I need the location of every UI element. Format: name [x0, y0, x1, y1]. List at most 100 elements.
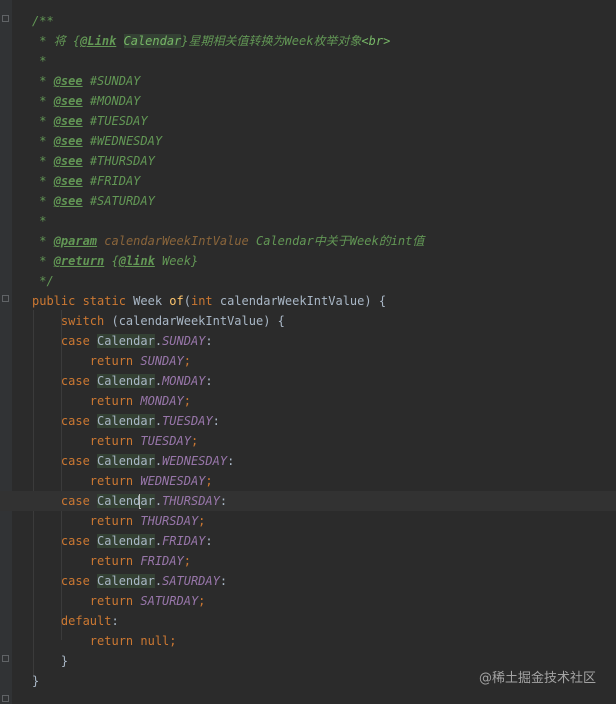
code-token: return [89, 514, 141, 528]
code-token: @see [53, 194, 83, 208]
code-token: Week [133, 294, 170, 308]
code-token: ; [183, 354, 191, 368]
code-token: ; [198, 594, 206, 608]
code-line[interactable]: return FRIDAY; [0, 551, 616, 571]
code-token: @return [53, 254, 105, 268]
code-line[interactable]: case Calendar.FRIDAY: [0, 531, 616, 551]
code-token: . [154, 574, 163, 588]
code-token: @see [53, 134, 83, 148]
code-line[interactable]: return null; [0, 631, 616, 651]
code-line[interactable]: * @param calendarWeekIntValue Calendar中关… [0, 231, 616, 251]
code-line[interactable]: default: [0, 611, 616, 631]
code-token: return [89, 434, 141, 448]
code-token: case [60, 534, 98, 548]
code-line[interactable]: * @see #WEDNESDAY [0, 131, 616, 151]
code-line[interactable]: case Calendar.SUNDAY: [0, 331, 616, 351]
code-line[interactable]: return WEDNESDAY; [0, 471, 616, 491]
code-line[interactable]: switch (calendarWeekIntValue) { [0, 311, 616, 331]
code-token: : [205, 334, 213, 348]
code-token: . [154, 334, 163, 348]
code-token: case [60, 494, 98, 508]
code-token: calendarWeekIntValue [104, 234, 249, 248]
code-line[interactable]: * @see #SUNDAY [0, 71, 616, 91]
code-token: case [60, 334, 98, 348]
code-line[interactable]: * @return {@link Week} [0, 251, 616, 271]
code-token: return [89, 354, 141, 368]
code-token: @link [118, 254, 155, 268]
code-line[interactable]: case Calendar.WEDNESDAY: [0, 451, 616, 471]
code-token: . [154, 494, 163, 508]
code-token: * [32, 174, 54, 188]
code-token: (calendarWeekIntValue) { [111, 314, 285, 328]
code-token: @see [53, 174, 83, 188]
fold-marker-icon[interactable] [2, 695, 9, 702]
code-line[interactable]: * 将 {@Link Calendar}星期相关值转换为Week枚举对象<br> [0, 31, 616, 51]
code-token: case [60, 454, 98, 468]
code-token: switch [60, 314, 112, 328]
code-token: Calendar [97, 454, 155, 468]
code-token: } [32, 674, 40, 688]
code-line[interactable]: * @see #MONDAY [0, 91, 616, 111]
code-line[interactable]: case Calendar.SATURDAY: [0, 571, 616, 591]
code-line[interactable]: * [0, 51, 616, 71]
code-line[interactable]: */ [0, 271, 616, 291]
code-line[interactable]: return MONDAY; [0, 391, 616, 411]
code-token: * [32, 194, 54, 208]
code-token: ; [198, 514, 206, 528]
code-line[interactable]: /** [0, 11, 616, 31]
code-token: #TUESDAY [82, 114, 148, 128]
code-token: : [219, 494, 228, 508]
code-line[interactable]: return THURSDAY; [0, 511, 616, 531]
code-token: SATURDAY [162, 574, 220, 588]
code-line[interactable]: case Calendar.TUESDAY: [0, 411, 616, 431]
code-line[interactable]: return SUNDAY; [0, 351, 616, 371]
code-token: : [219, 574, 228, 588]
code-token: public static [32, 294, 134, 308]
code-token: * [32, 54, 47, 68]
code-token: . [154, 414, 163, 428]
code-token: return [89, 474, 141, 488]
code-line[interactable]: return TUESDAY; [0, 431, 616, 451]
code-line[interactable]: * @see #TUESDAY [0, 111, 616, 131]
code-token: */ [32, 274, 54, 288]
code-lines: /** * 将 {@Link Calendar}星期相关值转换为Week枚举对象… [0, 11, 616, 691]
code-token: TUESDAY [162, 414, 213, 428]
code-token: Calendar中关于Week的int值 [248, 234, 425, 248]
code-token: ; [190, 434, 199, 448]
code-editor[interactable]: /** * 将 {@Link Calendar}星期相关值转换为Week枚举对象… [0, 0, 616, 704]
code-token: #THURSDAY [82, 154, 155, 168]
code-token: SUNDAY [140, 354, 184, 368]
code-token: . [154, 534, 163, 548]
code-token: Calendar [97, 534, 155, 548]
code-token: Calendar [97, 334, 155, 348]
code-line[interactable]: * @see #THURSDAY [0, 151, 616, 171]
code-line[interactable]: public static Week of(int calendarWeekIn… [0, 291, 616, 311]
code-token: : [227, 454, 235, 468]
code-line[interactable]: * [0, 211, 616, 231]
code-token: * [32, 114, 54, 128]
code-line[interactable]: * @see #FRIDAY [0, 171, 616, 191]
code-line[interactable]: case Calendar.THURSDAY: [0, 491, 616, 511]
code-token: @see [53, 154, 83, 168]
code-token: THURSDAY [140, 514, 199, 528]
code-line[interactable]: * @see #SATURDAY [0, 191, 616, 211]
code-token: MONDAY [140, 394, 184, 408]
code-token: }星期相关值转换为Week枚举对象 [181, 34, 362, 48]
code-line[interactable]: return SATURDAY; [0, 591, 616, 611]
code-token: TUESDAY [140, 434, 191, 448]
code-token: return [89, 394, 141, 408]
code-token: ( [183, 294, 191, 308]
code-line[interactable]: case Calendar.MONDAY: [0, 371, 616, 391]
code-token: FRIDAY [162, 534, 206, 548]
code-token: Calendar [123, 34, 182, 48]
